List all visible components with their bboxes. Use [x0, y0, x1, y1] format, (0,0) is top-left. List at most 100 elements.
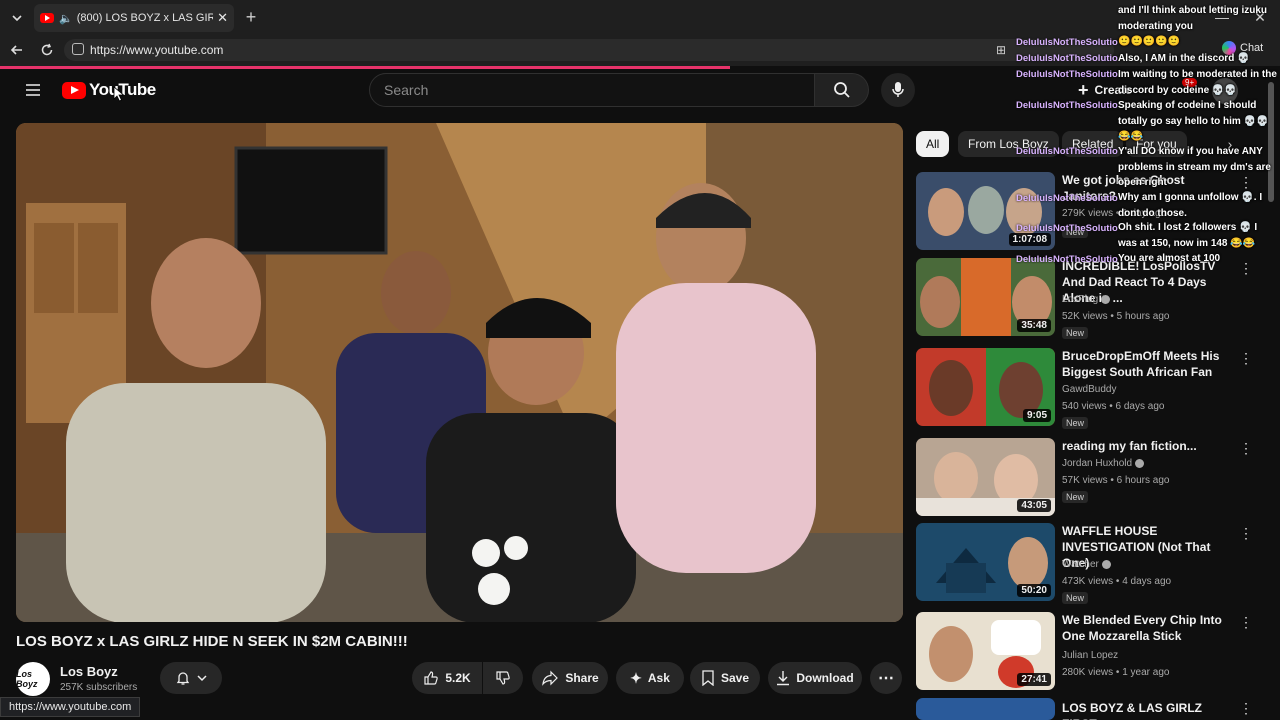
- more-vertical-icon[interactable]: ⋮: [1239, 614, 1253, 631]
- sparkle-icon: ✦: [630, 669, 642, 686]
- recommendation-item[interactable]: 35:48 INCREDIBLE! LosPollosTV And Dad Re…: [916, 258, 1266, 339]
- chat-text: Why am I gonna unfollow 💀. I dont do tho…: [1118, 192, 1263, 219]
- new-badge: New: [1062, 491, 1089, 503]
- recommendation-item[interactable]: 27:41 We Blended Every Chip Into One Moz…: [916, 612, 1266, 692]
- save-button[interactable]: Save: [690, 662, 760, 694]
- youtube-play-logo-icon: [62, 81, 86, 99]
- recommendation-title[interactable]: BruceDropEmOff Meets His Biggest South A…: [1062, 348, 1237, 380]
- download-button[interactable]: Download: [768, 662, 862, 694]
- new-badge: New: [1062, 417, 1089, 429]
- bookmark-icon: [702, 670, 714, 686]
- video-player[interactable]: [16, 123, 903, 622]
- recommendation-title[interactable]: LOS BOYZ & LAS GIRLZ FIRST: [1062, 700, 1237, 720]
- thumbs-down-icon: [496, 671, 510, 685]
- chat-text: Y'all DO know if you have ANY problems i…: [1118, 146, 1271, 188]
- youtube-logo[interactable]: YouTube: [62, 80, 156, 100]
- refresh-icon[interactable]: [38, 41, 56, 59]
- browser-tab-youtube[interactable]: 🔈 (800) LOS BOYZ x LAS GIRLZ HIDE N SEEK…: [34, 4, 234, 32]
- hamburger-menu-icon[interactable]: [22, 80, 44, 100]
- page-load-progress-bar: [0, 66, 730, 69]
- recommendation-channel[interactable]: GawdBuddy: [1062, 384, 1116, 395]
- new-badge: New: [1062, 327, 1089, 339]
- save-label: Save: [720, 671, 750, 685]
- status-bar-url: https://www.youtube.com: [0, 697, 141, 717]
- recommendation-item[interactable]: LOS BOYZ & LAS GIRLZ FIRST ⋮: [916, 698, 1266, 720]
- more-vertical-icon[interactable]: ⋮: [1239, 440, 1253, 457]
- channel-label: Jordan Huxhold: [1062, 458, 1133, 469]
- share-label: Share: [565, 671, 599, 685]
- more-actions-button[interactable]: ⋯: [870, 662, 902, 694]
- share-button[interactable]: Share: [532, 662, 608, 694]
- recommendation-title[interactable]: We Blended Every Chip Into One Mozzarell…: [1062, 612, 1237, 644]
- video-duration: 27:41: [1017, 673, 1051, 686]
- new-badge: New: [1062, 592, 1089, 604]
- verified-check-icon: [1101, 294, 1111, 304]
- recommendation-channel[interactable]: Watcher: [1062, 559, 1111, 570]
- channel-label: LosPlug: [1062, 294, 1099, 305]
- extensions-icon[interactable]: ⊞: [993, 42, 1009, 58]
- chat-message: and I'll think about letting izuku moder…: [1118, 3, 1278, 34]
- search-icon: [833, 82, 850, 98]
- chat-text: Oh shit. I lost 2 followers 💀 I was at 1…: [1118, 222, 1258, 249]
- chat-username: DelululsNotTheSolutio: [1016, 37, 1118, 48]
- recommendation-meta: 52K views • 5 hours ago: [1062, 311, 1170, 322]
- like-button[interactable]: 5.2K: [412, 662, 482, 694]
- video-duration: 43:05: [1017, 499, 1051, 512]
- channel-label: Watcher: [1062, 559, 1099, 570]
- share-arrow-icon: [542, 670, 559, 686]
- chat-text: and I'll think about letting izuku moder…: [1118, 5, 1268, 32]
- search-input[interactable]: Search: [369, 73, 815, 107]
- chevron-down-icon: [197, 675, 207, 682]
- video-thumbnail[interactable]: 27:41: [916, 612, 1055, 690]
- chat-username: DelululsNotTheSolutio: [1016, 100, 1118, 111]
- chat-text: You are almost at 100: [1118, 253, 1221, 264]
- address-url: https://www.youtube.com: [90, 43, 224, 57]
- subscribed-notifications-button[interactable]: [160, 662, 222, 694]
- recommendation-item[interactable]: 9:05 BruceDropEmOff Meets His Biggest So…: [916, 348, 1266, 429]
- search-button[interactable]: [815, 73, 869, 107]
- address-bar[interactable]: https://www.youtube.com: [64, 39, 1114, 61]
- tab-title: (800) LOS BOYZ x LAS GIRLZ HIDE N SEEK I…: [76, 12, 214, 24]
- more-vertical-icon[interactable]: ⋮: [1239, 350, 1253, 367]
- chat-username: DelululsNotTheSolutio: [1016, 193, 1118, 204]
- dislike-button[interactable]: [483, 662, 523, 694]
- voice-search-button[interactable]: [881, 73, 915, 107]
- chat-text: 🙂🙂🙂🙂🙂: [1118, 36, 1181, 47]
- video-thumbnail[interactable]: [916, 698, 1055, 720]
- ask-label: Ask: [647, 671, 670, 685]
- recommendation-title[interactable]: reading my fan fiction...: [1062, 438, 1237, 454]
- ask-button[interactable]: ✦ Ask: [616, 662, 684, 694]
- verified-check-icon: [1135, 458, 1145, 468]
- recommendation-item[interactable]: 43:05 reading my fan fiction... Jordan H…: [916, 438, 1266, 518]
- more-vertical-icon[interactable]: ⋮: [1239, 700, 1253, 717]
- video-thumbnail[interactable]: 43:05: [916, 438, 1055, 516]
- youtube-favicon-icon: [40, 13, 54, 23]
- chat-username: DelululsNotTheSolutio: [1016, 69, 1118, 80]
- more-vertical-icon[interactable]: ⋮: [1239, 525, 1253, 542]
- video-duration: 9:05: [1022, 409, 1051, 422]
- download-icon: [777, 671, 790, 686]
- close-tab-icon[interactable]: ✕: [217, 10, 228, 26]
- channel-avatar[interactable]: Los Boyz: [16, 662, 50, 696]
- speaker-icon[interactable]: 🔈: [59, 12, 73, 25]
- video-title: LOS BOYZ x LAS GIRLZ HIDE N SEEK IN $2M …: [16, 633, 408, 650]
- chat-text: Speaking of codeine I should totally go …: [1118, 100, 1269, 142]
- recommendation-meta: 540 views • 6 days ago: [1062, 401, 1165, 412]
- thumbs-up-icon: [424, 671, 439, 685]
- download-label: Download: [796, 671, 854, 685]
- recommendation-item[interactable]: 50:20 WAFFLE HOUSE INVESTIGATION (Not Th…: [916, 523, 1266, 604]
- verified-check-icon: [1101, 559, 1111, 569]
- new-tab-plus-icon[interactable]: +: [240, 6, 262, 28]
- chat-overlay: and I'll think about letting izuku moder…: [1010, 0, 1280, 270]
- recommendation-meta: 280K views • 1 year ago: [1062, 667, 1170, 678]
- recommendation-channel[interactable]: Julian Lopez: [1062, 650, 1118, 661]
- recommendation-channel[interactable]: LosPlug: [1062, 294, 1111, 305]
- back-arrow-icon[interactable]: [8, 41, 26, 59]
- video-thumbnail[interactable]: 9:05: [916, 348, 1055, 426]
- site-info-icon[interactable]: [72, 43, 84, 55]
- chip-all[interactable]: All: [916, 131, 950, 157]
- tab-list-chevron-icon[interactable]: [6, 8, 28, 28]
- recommendation-channel[interactable]: Jordan Huxhold: [1062, 458, 1145, 469]
- channel-name[interactable]: Los Boyz: [60, 664, 118, 679]
- video-thumbnail[interactable]: 50:20: [916, 523, 1055, 601]
